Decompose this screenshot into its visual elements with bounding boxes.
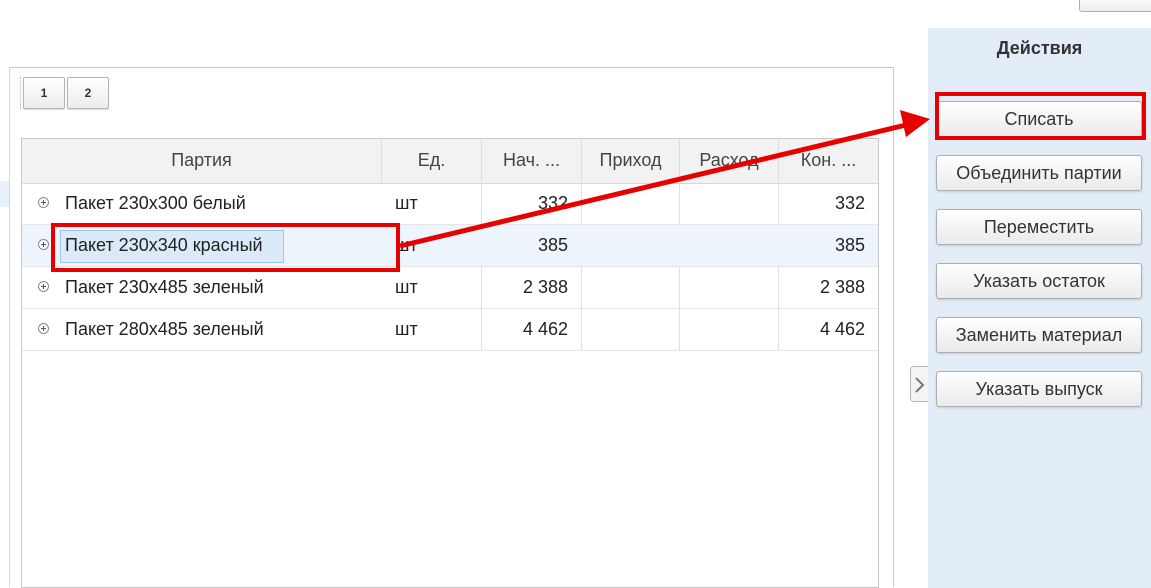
annotation-arrow xyxy=(399,110,930,249)
